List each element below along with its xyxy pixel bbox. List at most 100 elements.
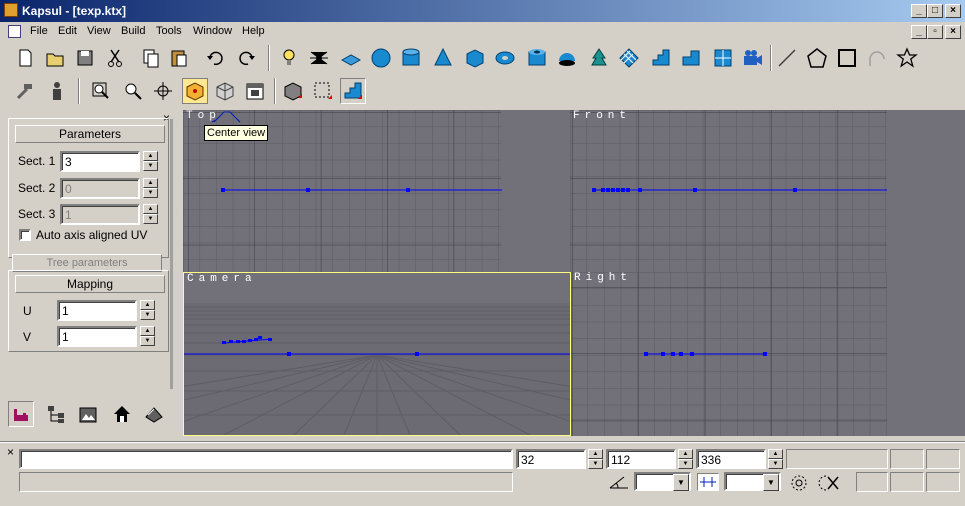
cut-icon[interactable]	[102, 45, 128, 71]
menu-window[interactable]: Window	[193, 25, 232, 37]
save-icon[interactable]	[72, 45, 98, 71]
spider-icon[interactable]	[306, 45, 332, 71]
parameters-header[interactable]: Parameters	[15, 125, 165, 143]
selection-icon[interactable]	[310, 78, 336, 104]
menu-tools[interactable]: Tools	[156, 25, 182, 37]
close-button[interactable]: ×	[945, 4, 961, 18]
chevron-down-icon[interactable]: ▼	[763, 474, 779, 491]
x-spinner[interactable]: ▲ ▼	[588, 449, 603, 469]
angle-icon[interactable]	[608, 473, 630, 494]
camera-scene	[184, 273, 570, 435]
v-spinner[interactable]: ▲ ▼	[140, 326, 155, 347]
views-icon[interactable]	[212, 78, 238, 104]
minimize-button[interactable]: _	[911, 4, 927, 18]
menu-view[interactable]: View	[87, 25, 111, 37]
doc-close-button[interactable]: ×	[945, 25, 961, 39]
cube-stack-icon[interactable]	[710, 45, 736, 71]
light-bulb-icon[interactable]	[276, 45, 302, 71]
status-divider	[0, 441, 965, 443]
pentagon-icon[interactable]	[804, 45, 830, 71]
x-coordinate-input[interactable]: 32	[516, 449, 586, 469]
sect1-input[interactable]: 3	[60, 151, 140, 172]
frame-icon[interactable]	[242, 78, 268, 104]
copy-icon[interactable]	[138, 45, 164, 71]
z-coordinate-input[interactable]: 336	[696, 449, 766, 469]
hammer-icon[interactable]	[12, 78, 38, 104]
app-icon[interactable]	[4, 3, 18, 17]
y-coordinate-input[interactable]: 112	[606, 449, 676, 469]
doc-restore-button[interactable]: ▫	[927, 25, 943, 39]
tube-icon[interactable]	[524, 45, 550, 71]
viewport-right[interactable]: Right	[571, 272, 887, 436]
hemisphere-icon[interactable]	[554, 45, 580, 71]
cylinder-icon[interactable]	[398, 45, 424, 71]
command-input[interactable]	[19, 449, 513, 469]
layers-icon[interactable]	[141, 401, 167, 427]
line-icon[interactable]	[774, 45, 800, 71]
status-pane	[786, 449, 888, 469]
chevron-down-icon[interactable]: ▼	[673, 474, 689, 491]
doc-minimize-button[interactable]: _	[911, 25, 927, 39]
status-pane	[890, 449, 924, 469]
mapping-header[interactable]: Mapping	[15, 275, 165, 293]
zoom-icon[interactable]	[120, 78, 146, 104]
z-spinner[interactable]: ▲ ▼	[768, 449, 783, 469]
viewport-front[interactable]: Front	[570, 110, 887, 272]
zoom-region-icon[interactable]	[88, 78, 114, 104]
grid-plane-icon[interactable]	[616, 45, 642, 71]
snap-dropdown[interactable]: ▼	[724, 472, 781, 491]
open-icon[interactable]	[42, 45, 68, 71]
new-icon[interactable]	[12, 45, 38, 71]
v-input[interactable]: 1	[57, 326, 137, 347]
tree-icon[interactable]	[586, 45, 612, 71]
redo-icon[interactable]	[234, 45, 260, 71]
star-icon[interactable]	[894, 45, 920, 71]
stairs-icon[interactable]	[648, 45, 674, 71]
plane-icon[interactable]	[338, 45, 364, 71]
square-icon[interactable]	[834, 45, 860, 71]
select-circle-icon[interactable]	[789, 473, 811, 496]
hierarchy-icon[interactable]	[43, 401, 69, 427]
toolbar-separator	[274, 78, 276, 104]
torus-icon[interactable]	[492, 45, 518, 71]
menu-help[interactable]: Help	[242, 25, 265, 37]
arc-icon[interactable]	[864, 45, 890, 71]
snap-icon[interactable]	[697, 473, 719, 491]
deselect-icon[interactable]	[818, 473, 842, 496]
sect3-spinner[interactable]: ▲ ▼	[143, 204, 158, 225]
document-icon[interactable]	[8, 25, 21, 38]
object-icon[interactable]	[280, 78, 306, 104]
camera-icon[interactable]	[740, 45, 766, 71]
u-input[interactable]: 1	[57, 300, 137, 321]
menu-edit[interactable]: Edit	[58, 25, 77, 37]
cube-icon[interactable]	[462, 45, 488, 71]
brick-wall-icon[interactable]	[8, 401, 34, 427]
steps-icon[interactable]	[678, 45, 704, 71]
menu-file[interactable]: File	[30, 25, 48, 37]
auto-uv-checkbox[interactable]	[19, 229, 31, 241]
viewport-camera[interactable]: Camera	[183, 272, 571, 436]
sect1-spinner[interactable]: ▲ ▼	[143, 151, 158, 172]
person-icon[interactable]	[44, 78, 70, 104]
sect3-input[interactable]: 1	[60, 204, 140, 225]
y-spinner[interactable]: ▲ ▼	[678, 449, 693, 469]
texture-icon[interactable]	[75, 401, 101, 427]
maximize-button[interactable]: □	[927, 4, 943, 18]
stairs-active-icon[interactable]	[340, 78, 366, 104]
paste-icon[interactable]	[166, 45, 192, 71]
viewport-splitter[interactable]	[502, 110, 570, 272]
center-view-icon[interactable]	[182, 78, 208, 104]
sect2-spinner[interactable]: ▲ ▼	[143, 178, 158, 199]
sect2-input[interactable]: 0	[60, 178, 140, 199]
u-label: U	[23, 304, 32, 318]
panel-scrollbar[interactable]	[170, 119, 173, 389]
status-close-icon[interactable]: ×	[7, 445, 14, 459]
sphere-icon[interactable]	[368, 45, 394, 71]
angle-dropdown[interactable]: ▼	[634, 472, 691, 491]
u-spinner[interactable]: ▲ ▼	[140, 300, 155, 321]
pan-icon[interactable]	[150, 78, 176, 104]
house-icon[interactable]	[109, 401, 135, 427]
undo-icon[interactable]	[202, 45, 228, 71]
cone-icon[interactable]	[430, 45, 456, 71]
menu-build[interactable]: Build	[121, 25, 145, 37]
